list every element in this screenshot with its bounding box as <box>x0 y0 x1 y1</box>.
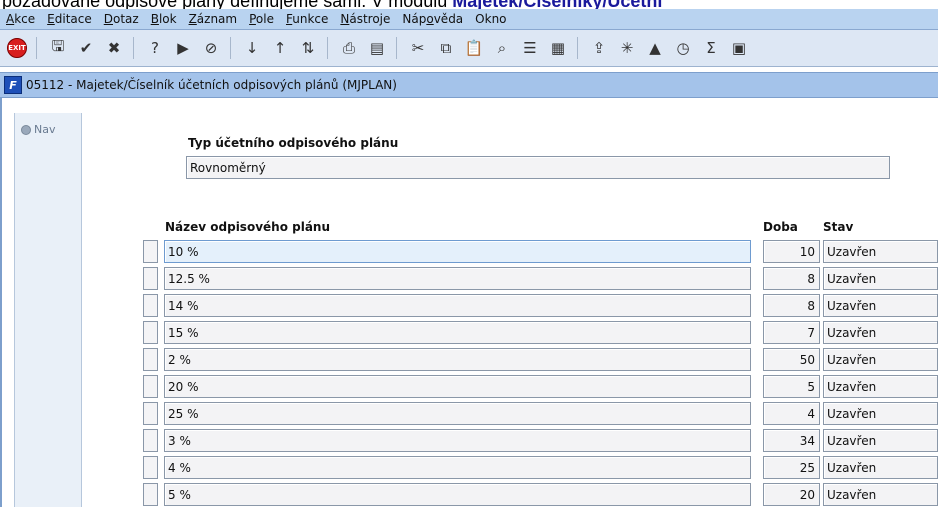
plan-name-field[interactable]: 2 % <box>164 348 751 371</box>
plan-duration-field[interactable]: 50 <box>763 348 820 371</box>
row-selector[interactable] <box>143 294 158 317</box>
delete-record-icon[interactable]: ✖ <box>101 36 127 60</box>
menu-item[interactable]: Akce <box>0 12 41 26</box>
toolbar-separator <box>327 37 333 59</box>
export-icon[interactable]: ⇪ <box>586 36 612 60</box>
menu-item[interactable]: Editace <box>41 12 98 26</box>
row-selector[interactable] <box>143 348 158 371</box>
menu-item[interactable]: Funkce <box>280 12 334 26</box>
excel-icon[interactable]: ▣ <box>726 36 752 60</box>
menu-item[interactable]: Nástroje <box>334 12 396 26</box>
plan-status-field[interactable]: Uzavřen <box>823 456 938 479</box>
find-icon[interactable]: ⌕ <box>489 36 515 60</box>
row-selector[interactable] <box>143 267 158 290</box>
alert-icon[interactable]: ▲ <box>642 36 668 60</box>
plan-name-field[interactable]: 14 % <box>164 294 751 317</box>
plan-name-field[interactable]: 3 % <box>164 429 751 452</box>
window-titlebar: F 05112 - Majetek/Číselník účetních odpi… <box>0 72 938 98</box>
plan-status-field[interactable]: Uzavřen <box>823 375 938 398</box>
plan-duration-field[interactable]: 20 <box>763 483 820 506</box>
plan-status-field[interactable]: Uzavřen <box>823 321 938 344</box>
doc-bold-link: Majetek/Číselníky/Účetní <box>452 0 662 9</box>
exit-icon[interactable]: EXIT <box>4 36 30 60</box>
column-header-duration: Doba <box>763 220 798 234</box>
app-icon: F <box>4 76 22 94</box>
menu-item[interactable]: Záznam <box>183 12 244 26</box>
nav-label: Nav <box>34 123 56 136</box>
query-icon[interactable]: ? <box>142 36 168 60</box>
plan-duration-field[interactable]: 34 <box>763 429 820 452</box>
sum-icon[interactable]: Σ <box>698 36 724 60</box>
plan-name-field[interactable]: 4 % <box>164 456 751 479</box>
clock-icon[interactable]: ◷ <box>670 36 696 60</box>
print-preview-icon[interactable]: ▤ <box>364 36 390 60</box>
nav-radio[interactable]: Nav <box>21 123 55 136</box>
menu-item[interactable]: Blok <box>145 12 183 26</box>
menu-item[interactable]: Okno <box>469 12 512 26</box>
document-text-fragment: požadované odpisové plány definujeme sam… <box>0 0 938 9</box>
sort-asc-icon[interactable]: ↓ <box>239 36 265 60</box>
radio-icon <box>21 124 31 135</box>
plan-status-field[interactable]: Uzavřen <box>823 402 938 425</box>
paste-icon[interactable]: 📋 <box>461 36 487 60</box>
menu-item[interactable]: Pole <box>243 12 280 26</box>
chart-icon[interactable]: ✳ <box>614 36 640 60</box>
column-header-name: Název odpisového plánu <box>165 220 330 234</box>
plan-status-field[interactable]: Uzavřen <box>823 294 938 317</box>
doc-text: požadované odpisové plány definujeme sam… <box>2 0 452 9</box>
plan-status-field[interactable]: Uzavřen <box>823 240 938 263</box>
row-selector[interactable] <box>143 456 158 479</box>
menu-bar: Akce Editace Dotaz Blok Záznam Pole Funkce Nást… <box>0 9 938 30</box>
type-label: Typ účetního odpisového plánu <box>188 136 399 150</box>
plan-duration-field[interactable]: 25 <box>763 456 820 479</box>
row-selector[interactable] <box>143 321 158 344</box>
toolbar: EXIT 🖫 ✔ ✖? ▶ ⊘ ↓ ↑ ⇅ ⎙ ▤ ✂ ⧉ 📋 ⌕ ☰ ▦ ⇪ ✳ ▲ ◷ Σ ▣ <box>0 30 938 67</box>
plan-name-field[interactable]: 5 % <box>164 483 751 506</box>
toolbar-separator <box>133 37 139 59</box>
toolbar-separator <box>230 37 236 59</box>
type-field[interactable]: Rovnoměrný <box>186 156 890 179</box>
plan-name-field[interactable]: 25 % <box>164 402 751 425</box>
plan-duration-field[interactable]: 4 <box>763 402 820 425</box>
cut-icon[interactable]: ✂ <box>405 36 431 60</box>
query-cancel-icon[interactable]: ⊘ <box>198 36 224 60</box>
plan-duration-field[interactable]: 7 <box>763 321 820 344</box>
plan-name-field[interactable]: 10 % <box>164 240 751 263</box>
toolbar-separator <box>396 37 402 59</box>
plan-status-field[interactable]: Uzavřen <box>823 348 938 371</box>
row-selector[interactable] <box>143 483 158 506</box>
sort-desc-icon[interactable]: ↑ <box>267 36 293 60</box>
plan-status-field[interactable]: Uzavřen <box>823 267 938 290</box>
grid-icon[interactable]: ▦ <box>545 36 571 60</box>
plan-name-field[interactable]: 20 % <box>164 375 751 398</box>
plan-duration-field[interactable]: 5 <box>763 375 820 398</box>
row-selector[interactable] <box>143 375 158 398</box>
menu-item[interactable]: Dotaz <box>98 12 145 26</box>
menu-item[interactable]: Nápověda <box>396 12 469 26</box>
column-header-status: Stav <box>823 220 854 234</box>
row-selector[interactable] <box>143 429 158 452</box>
plan-name-field[interactable]: 12.5 % <box>164 267 751 290</box>
plan-duration-field[interactable]: 8 <box>763 294 820 317</box>
exit-button: EXIT <box>7 38 27 58</box>
plan-duration-field[interactable]: 10 <box>763 240 820 263</box>
save-icon[interactable]: 🖫 <box>45 36 71 60</box>
row-selector[interactable] <box>143 240 158 263</box>
commit-icon[interactable]: ✔ <box>73 36 99 60</box>
plan-status-field[interactable]: Uzavřen <box>823 429 938 452</box>
toolbar-separator <box>577 37 583 59</box>
print-icon[interactable]: ⎙ <box>336 36 362 60</box>
sort-multi-icon[interactable]: ⇅ <box>295 36 321 60</box>
row-selector[interactable] <box>143 402 158 425</box>
query-run-icon[interactable]: ▶ <box>170 36 196 60</box>
plan-duration-field[interactable]: 8 <box>763 267 820 290</box>
navigation-panel: Nav <box>14 113 82 507</box>
plan-status-field[interactable]: Uzavřen <box>823 483 938 506</box>
filter-icon[interactable]: ☰ <box>517 36 543 60</box>
window-title: 05112 - Majetek/Číselník účetních odpiso… <box>26 78 397 92</box>
plan-name-field[interactable]: 15 % <box>164 321 751 344</box>
copy-icon[interactable]: ⧉ <box>433 36 459 60</box>
toolbar-separator <box>36 37 42 59</box>
